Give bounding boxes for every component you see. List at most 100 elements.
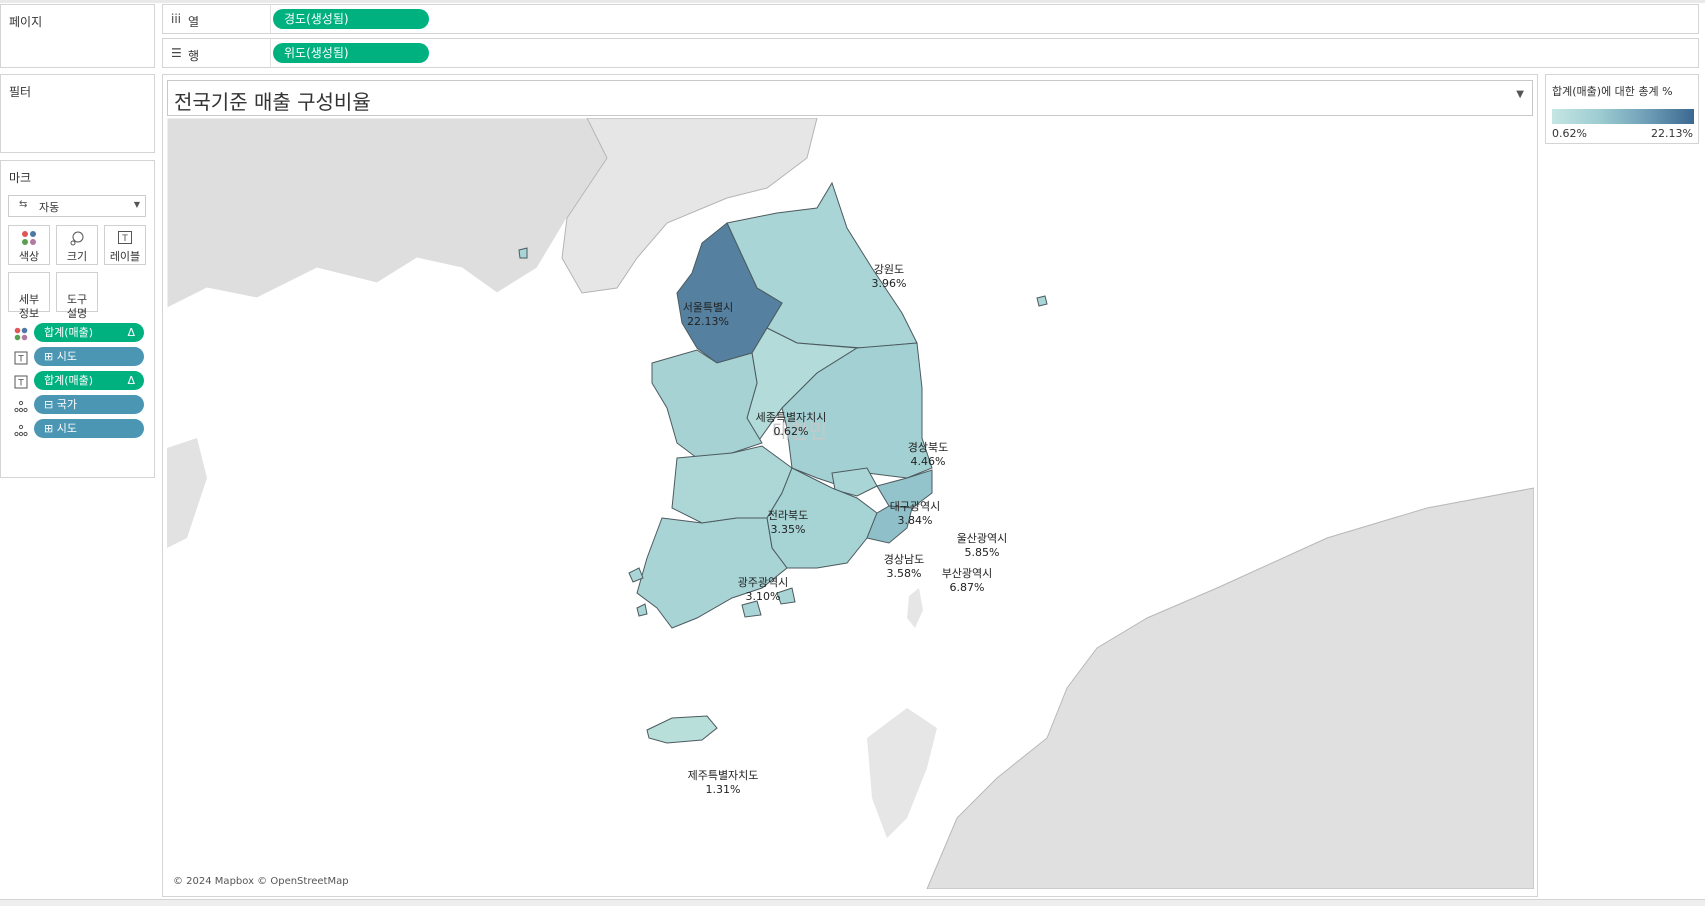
region-percent: 6.87% (949, 581, 985, 594)
background-land-china (167, 118, 608, 309)
region-chungnam[interactable] (651, 349, 763, 459)
svg-text:T: T (121, 234, 128, 244)
columns-icon: iii (171, 12, 182, 26)
label-icon: T (118, 231, 132, 244)
field-pill[interactable]: ⊟ 국가 (34, 395, 144, 414)
detail-button[interactable]: 세부 정보 (8, 272, 50, 320)
region-label: 서울특별시 22.13% (658, 301, 758, 329)
map-canvas[interactable]: 대한민 (167, 118, 1534, 889)
region-name: 울산광역시 (956, 532, 1008, 545)
rows-shelf[interactable]: ☰ 행 위도(생성됨) (162, 38, 1699, 68)
legend-min: 0.62% (1552, 127, 1587, 140)
map-view[interactable]: 대한민 서울특별시 22.13% 강원도 3.96% 세종특별자치시 0.62% 경상북도 4… (167, 118, 1534, 889)
delta-icon: Δ (127, 374, 135, 387)
color-button[interactable]: 색상 (8, 225, 50, 265)
island (636, 603, 648, 617)
columns-shelf[interactable]: iii 열 경도(생성됨) (162, 4, 1699, 34)
text-icon: T (14, 351, 28, 365)
region-label: 경상북도 4.46% (878, 441, 978, 469)
marks-card-title: 마크 (9, 171, 32, 185)
color-icon (22, 231, 36, 245)
field-pill[interactable]: ⊞ 시도 (34, 419, 144, 438)
region-label: 강원도 3.96% (839, 263, 939, 291)
region-label: 광주광역시 3.10% (713, 576, 813, 604)
region-name: 서울특별시 (682, 301, 734, 314)
svg-text:T: T (17, 379, 24, 389)
field-pill-label: ⊞ 시도 (44, 350, 77, 363)
chevron-down-icon: ▼ (133, 200, 140, 209)
island (1036, 295, 1048, 307)
filters-card[interactable]: 필터 (0, 74, 155, 153)
rows-shelf-label: 행 (188, 49, 200, 63)
region-label: 제주특별자치도 1.31% (673, 769, 773, 797)
mark-type-dropdown[interactable]: ⇆ 자동 ▼ (8, 195, 146, 217)
region-percent: 3.84% (897, 514, 933, 527)
legend-max: 22.13% (1651, 127, 1693, 140)
columns-shelf-label: 열 (188, 15, 200, 29)
worksheet-title: 전국기준 매출 구성비율 (174, 90, 371, 114)
region-name: 세종특별자치시 (755, 411, 827, 424)
chevron-down-icon[interactable]: ▼ (1516, 89, 1524, 100)
region-label: 전라북도 3.35% (738, 509, 838, 537)
pages-card-title: 페이지 (9, 15, 43, 29)
region-jeju[interactable] (646, 715, 718, 744)
field-pill-label: 합계(매출) (44, 374, 94, 387)
color-icon (14, 327, 28, 341)
region-name: 경상남도 (883, 553, 925, 566)
region-percent: 3.96% (871, 277, 907, 290)
region-name: 제주특별자치도 (687, 769, 759, 782)
region-label: 대구광역시 3.84% (865, 500, 965, 528)
mark-type-icon: ⇆ (19, 199, 28, 210)
region-percent: 3.35% (770, 523, 806, 536)
worksheet-title-bar[interactable]: 전국기준 매출 구성비율 ▼ (167, 80, 1533, 116)
region-name: 광주광역시 (737, 576, 789, 589)
shelf-divider (270, 5, 271, 33)
region-label: 세종특별자치시 0.62% (741, 411, 841, 439)
background-land-japan-south (867, 708, 937, 838)
region-percent: 1.31% (705, 783, 741, 796)
legend-title: 합계(매출)에 대한 총계 % (1552, 85, 1673, 98)
rows-icon: ☰ (171, 46, 182, 60)
detail-icon (14, 424, 28, 437)
island (518, 247, 528, 259)
size-icon (70, 231, 84, 246)
delta-icon: Δ (127, 326, 135, 339)
label-button[interactable]: T 레이블 (104, 225, 146, 265)
pages-card[interactable]: 페이지 (0, 4, 155, 68)
region-percent: 22.13% (687, 315, 729, 328)
map-attribution[interactable]: © 2024 Mapbox © OpenStreetMap (173, 876, 349, 887)
region-name: 부산광역시 (941, 567, 993, 580)
size-button-label: 크기 (66, 250, 88, 263)
size-button[interactable]: 크기 (56, 225, 98, 265)
field-pill-label: ⊞ 시도 (44, 422, 77, 435)
field-pill[interactable]: 합계(매출) Δ (34, 371, 144, 390)
legend-gradient (1552, 109, 1694, 124)
text-icon: T (14, 375, 28, 389)
field-pill-label: 합계(매출) (44, 326, 94, 339)
region-label: 부산광역시 6.87% (917, 567, 1017, 595)
tooltip-button-label: 도구 설명 (66, 293, 88, 320)
tooltip-button[interactable]: 도구 설명 (56, 272, 98, 320)
longitude-pill[interactable]: 경도(생성됨) (273, 9, 429, 29)
background-land-west (167, 438, 207, 548)
field-pill-label: ⊟ 국가 (44, 398, 77, 411)
region-percent: 3.10% (745, 590, 781, 603)
svg-text:T: T (17, 355, 24, 365)
region-name: 대구광역시 (889, 500, 941, 513)
latitude-pill[interactable]: 위도(생성됨) (273, 43, 429, 63)
detail-button-label: 세부 정보 (18, 293, 40, 320)
region-percent: 4.46% (910, 455, 946, 468)
mark-type-label: 자동 (39, 201, 60, 214)
region-percent: 0.62% (773, 425, 809, 438)
region-name: 강원도 (873, 263, 905, 276)
filters-card-title: 필터 (9, 85, 32, 99)
label-button-label: 레이블 (109, 250, 141, 263)
top-edge (0, 0, 1705, 3)
detail-icon (14, 400, 28, 413)
color-button-label: 색상 (18, 250, 40, 263)
region-name: 전라북도 (767, 509, 809, 522)
color-legend[interactable]: 합계(매출)에 대한 총계 % 0.62% 22.13% (1545, 74, 1699, 144)
shelf-divider (270, 39, 271, 67)
field-pill[interactable]: ⊞ 시도 (34, 347, 144, 366)
field-pill[interactable]: 합계(매출) Δ (34, 323, 144, 342)
